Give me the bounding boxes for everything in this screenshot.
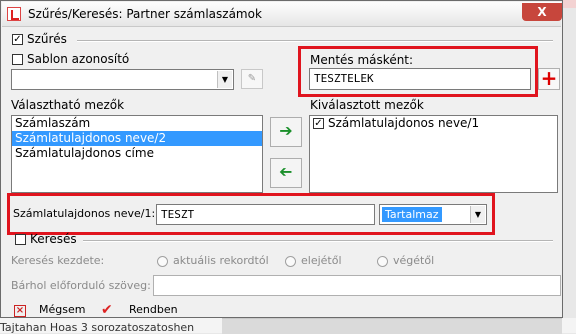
background-scrollbar[interactable] <box>222 318 562 334</box>
radio-from-end-label: végétől <box>393 254 435 267</box>
selected-field-checkbox[interactable]: ✓ <box>313 118 324 129</box>
ok-button[interactable]: Rendben <box>129 303 178 316</box>
title-bar: Szűrés/Keresés: Partner számlaszámok X <box>2 2 562 27</box>
template-label: Sablon azonosító <box>27 52 130 66</box>
search-section-checkbox[interactable] <box>15 234 26 245</box>
available-fields-list[interactable]: Számlaszám Számlatulajdonos neve/2 Száml… <box>11 115 263 193</box>
filter-search-dialog: Szűrés/Keresés: Partner számlaszámok X ✓… <box>0 0 563 318</box>
radio-from-start[interactable] <box>285 256 296 267</box>
app-icon <box>7 7 21 21</box>
condition-highlight <box>7 193 495 235</box>
window-title: Szűrés/Keresés: Partner számlaszámok <box>28 7 262 21</box>
selected-fields-list[interactable]: ✓ Számlatulajdonos neve/1 <box>309 115 558 193</box>
chevron-down-icon[interactable]: ▼ <box>217 71 232 88</box>
list-item[interactable]: Számlatulajdonos címe <box>12 146 262 161</box>
cancel-button[interactable]: Mégsem <box>39 303 85 316</box>
filter-section-label: Szűrés <box>27 32 67 46</box>
list-item[interactable]: Számlatulajdonos neve/2 <box>12 131 262 146</box>
available-fields-label: Választható mezők <box>11 98 125 112</box>
move-left-button[interactable]: ➔ <box>270 158 302 188</box>
plus-icon: + <box>540 66 558 90</box>
arrow-left-icon: ➔ <box>279 162 293 181</box>
filter-section-divider <box>77 40 553 42</box>
search-start-label: Keresés kezdete: <box>11 254 105 267</box>
list-item[interactable]: ✓ Számlatulajdonos neve/1 <box>310 116 557 131</box>
background-row-text: Tajtahan Hoas 3 sorozatoszatoshen <box>0 321 195 334</box>
radio-from-end[interactable] <box>377 256 388 267</box>
add-button[interactable]: + <box>538 68 560 90</box>
template-select[interactable]: ▼ <box>11 69 234 90</box>
save-as-highlight <box>298 46 538 97</box>
search-section-label: Keresés <box>30 232 77 246</box>
radio-current-record[interactable] <box>157 256 168 267</box>
checkmark-icon: ✔ <box>101 302 113 318</box>
close-button[interactable]: X <box>522 3 562 21</box>
template-checkbox[interactable] <box>12 54 23 65</box>
arrow-right-icon: ➔ <box>279 121 293 140</box>
filter-section-checkbox[interactable]: ✓ <box>12 34 23 45</box>
cancel-icon: × <box>14 305 26 317</box>
list-item[interactable]: Számlaszám <box>12 116 262 131</box>
background-app-row: Tajtahan Hoas 3 sorozatoszatoshen <box>0 318 576 334</box>
radio-current-record-label: aktuális rekordtól <box>173 254 269 267</box>
anywhere-text-label: Bárhol előforduló szöveg: <box>11 279 151 292</box>
selected-fields-label: Kiválasztott mezők <box>310 98 424 112</box>
anywhere-text-input[interactable] <box>153 275 561 296</box>
template-tool-icon: ✎ <box>247 73 257 84</box>
search-section-divider <box>83 240 553 242</box>
radio-from-start-label: elejétől <box>301 254 342 267</box>
selected-field-label: Számlatulajdonos neve/1 <box>328 116 480 130</box>
move-right-button[interactable]: ➔ <box>270 117 302 147</box>
template-action-button[interactable]: ✎ <box>241 69 263 89</box>
